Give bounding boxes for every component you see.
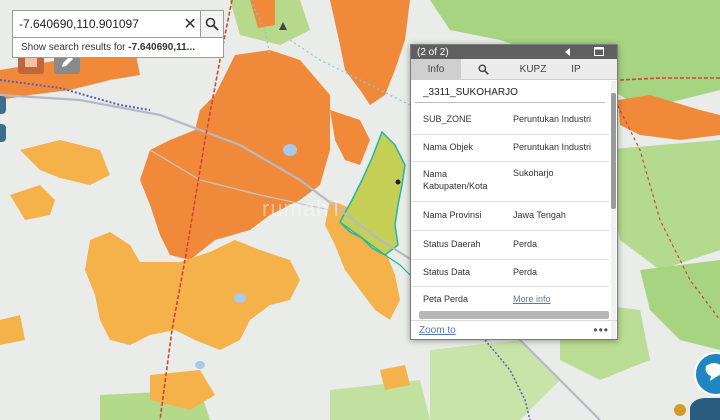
attribute-row: Nama Provinsi Jawa Tengah bbox=[411, 201, 609, 231]
attribute-value: Jawa Tengah bbox=[505, 201, 609, 231]
suggestion-query: -7.640690,11... bbox=[128, 42, 195, 53]
search-bar: ✕ bbox=[12, 10, 224, 38]
tab-kupz-label: KUPZ bbox=[519, 63, 547, 75]
attribute-key: Nama Provinsi bbox=[411, 201, 505, 231]
attribute-table: SUB_ZONE Peruntukan Industri Nama Objek Pe… bbox=[411, 107, 609, 309]
attribute-row: Nama Objek Peruntukan Industri bbox=[411, 134, 609, 162]
attribute-row: Status Daerah Perda bbox=[411, 230, 609, 260]
attribute-row: Peta Perda More info bbox=[411, 286, 609, 309]
chat-icon bbox=[705, 363, 720, 381]
left-edge-tab[interactable] bbox=[0, 96, 6, 114]
attribute-value: Peruntukan Industri bbox=[505, 107, 609, 135]
popup-content: _3311_SUKOHARJO SUB_ZONE Peruntukan Indus… bbox=[411, 81, 609, 309]
search-icon bbox=[477, 63, 489, 75]
attribute-key: Peta Perda bbox=[411, 286, 505, 309]
tab-info-label: Info bbox=[427, 63, 445, 75]
attribute-value: Sukoharjo bbox=[505, 161, 609, 202]
watermark-text: rumahT bbox=[262, 196, 344, 221]
tab-ip[interactable]: IP bbox=[561, 59, 591, 79]
tab-info[interactable]: Info bbox=[411, 59, 461, 79]
popup-tabs: Info KUPZ IP bbox=[411, 59, 617, 80]
tab-search[interactable] bbox=[461, 59, 505, 79]
attribute-key: SUB_ZONE bbox=[411, 107, 505, 135]
attribute-row: Nama Kabupaten/Kota Sukoharjo bbox=[411, 161, 609, 202]
close-icon: ✕ bbox=[183, 16, 197, 33]
clear-search-button[interactable]: ✕ bbox=[180, 10, 201, 38]
previous-feature-icon[interactable] bbox=[563, 47, 573, 57]
corner-badge bbox=[690, 398, 720, 420]
attribute-row: Status Data Perda bbox=[411, 259, 609, 287]
more-actions-button[interactable]: ••• bbox=[593, 323, 609, 337]
chat-button[interactable] bbox=[694, 352, 720, 396]
tab-kupz[interactable]: KUPZ bbox=[505, 59, 561, 79]
suggestion-prefix: Show search results for bbox=[21, 42, 129, 53]
attribute-value: Perda bbox=[505, 230, 609, 260]
attribute-key: Nama Kabupaten/Kota bbox=[411, 161, 505, 202]
feature-counter: (2 of 2) bbox=[417, 46, 449, 58]
left-edge-tab[interactable] bbox=[0, 124, 6, 142]
maximize-icon[interactable] bbox=[594, 47, 604, 56]
zoom-to-link[interactable]: Zoom to bbox=[419, 325, 593, 336]
popup-scrollbar-thumb[interactable] bbox=[611, 93, 616, 209]
map-symbol-icon bbox=[674, 404, 686, 416]
search-suggestion[interactable]: Show search results for -7.640690,11... bbox=[12, 38, 224, 58]
more-info-link[interactable]: More info bbox=[513, 294, 551, 304]
tab-ip-label: IP bbox=[571, 63, 581, 75]
popup-horizontal-scrollbar[interactable] bbox=[419, 311, 609, 319]
pond bbox=[283, 144, 297, 156]
search-icon bbox=[205, 17, 219, 31]
popup-footer: Zoom to ••• bbox=[411, 320, 617, 339]
attribute-value: Peruntukan Industri bbox=[505, 134, 609, 162]
search-widget: ✕ Show search results for -7.640690,11..… bbox=[12, 10, 224, 58]
search-button[interactable] bbox=[200, 10, 224, 38]
attribute-key: Status Daerah bbox=[411, 230, 505, 260]
pond bbox=[195, 361, 205, 369]
popup-header: (2 of 2) bbox=[411, 45, 617, 59]
attribute-key: Status Data bbox=[411, 259, 505, 287]
feature-title: _3311_SUKOHARJO bbox=[415, 81, 605, 103]
search-input[interactable] bbox=[12, 10, 180, 38]
attribute-key: Nama Objek bbox=[411, 134, 505, 162]
attribute-row: SUB_ZONE Peruntukan Industri bbox=[411, 107, 609, 135]
attribute-value: Perda bbox=[505, 259, 609, 287]
pond bbox=[234, 293, 246, 303]
feature-popup: (2 of 2) Info KUPZ IP _3311_SUKOHARJO SU… bbox=[410, 44, 618, 340]
selected-point-marker bbox=[395, 179, 401, 185]
